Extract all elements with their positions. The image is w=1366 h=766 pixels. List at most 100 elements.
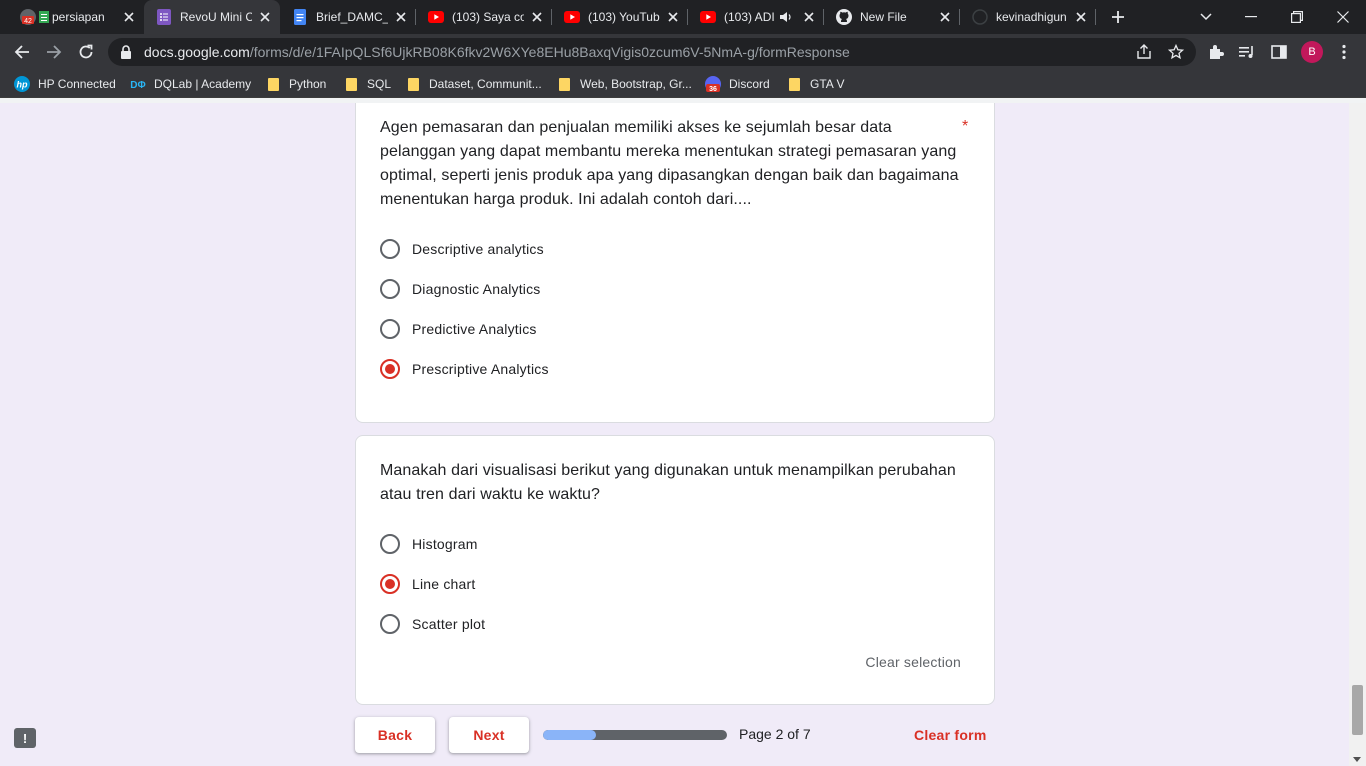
discord-icon: 36	[705, 76, 721, 92]
star-icon[interactable]	[1168, 44, 1184, 60]
close-icon[interactable]	[120, 8, 138, 26]
radio-button[interactable]	[380, 279, 400, 299]
tab-label: RevoU Mini C	[180, 10, 252, 24]
svg-text:DΦ: DΦ	[130, 80, 145, 90]
bookmark-python[interactable]: Python	[265, 75, 326, 93]
window-close-button[interactable]	[1320, 0, 1366, 34]
chevron-down-icon	[1200, 13, 1212, 21]
bookmark-web-bootstrap[interactable]: Web, Bootstrap, Gr...	[556, 75, 692, 93]
option-predictive-analytics[interactable]: Predictive Analytics	[380, 317, 537, 341]
scroll-down-arrow-icon[interactable]	[1353, 757, 1361, 762]
option-line-chart[interactable]: Line chart	[380, 572, 475, 596]
tab-kevinadhigun[interactable]: kevinadhigun	[960, 0, 1096, 34]
tab-youtube-2[interactable]: (103) YouTub	[552, 0, 688, 34]
lock-icon[interactable]	[120, 45, 134, 59]
back-nav-button[interactable]	[8, 38, 36, 66]
kebab-menu-icon[interactable]	[1334, 42, 1354, 62]
page-scrollbar[interactable]	[1349, 103, 1366, 766]
close-icon[interactable]	[664, 8, 682, 26]
tab-label: (103) Saya co	[452, 10, 524, 24]
bookmark-dqlab[interactable]: DΦ DQLab | Academy	[130, 75, 251, 93]
radio-button[interactable]	[380, 319, 400, 339]
minimize-button[interactable]	[1228, 0, 1274, 34]
restore-button[interactable]	[1274, 0, 1320, 34]
option-scatter-plot[interactable]: Scatter plot	[380, 612, 485, 636]
calendar-icon: 42	[20, 9, 36, 25]
new-tab-button[interactable]	[1104, 5, 1132, 29]
radio-button[interactable]	[380, 614, 400, 634]
radio-button-selected[interactable]	[380, 574, 400, 594]
sheets-icon	[38, 9, 50, 25]
media-control-icon[interactable]	[1237, 42, 1257, 62]
feedback-icon[interactable]: !	[14, 728, 36, 748]
share-icon[interactable]	[1136, 44, 1152, 60]
close-icon[interactable]	[392, 8, 410, 26]
side-panel-icon[interactable]	[1269, 42, 1289, 62]
github-icon	[972, 9, 988, 25]
option-label: Descriptive analytics	[412, 241, 544, 257]
svg-text:hp: hp	[17, 80, 28, 90]
option-histogram[interactable]: Histogram	[380, 532, 478, 556]
url-path: /forms/d/e/1FAIpQLSf6UjkRB08K6fkv2W6XYe8…	[249, 44, 850, 60]
extensions-icon[interactable]	[1206, 42, 1226, 62]
bookmark-label: Python	[289, 77, 327, 91]
bookmark-sql[interactable]: SQL	[343, 75, 391, 93]
reload-button[interactable]	[72, 38, 100, 66]
close-icon[interactable]	[936, 8, 954, 26]
close-icon[interactable]	[1072, 8, 1090, 26]
folder-icon	[556, 76, 572, 92]
radio-button-selected[interactable]	[380, 359, 400, 379]
speaker-icon[interactable]	[778, 9, 794, 25]
option-descriptive-analytics[interactable]: Descriptive analytics	[380, 237, 544, 261]
github-icon	[836, 9, 852, 25]
folder-icon	[265, 76, 281, 92]
tab-youtube-1[interactable]: (103) Saya co	[416, 0, 552, 34]
url-host: docs.google.com	[144, 44, 250, 60]
tab-label: persiapan	[52, 10, 105, 24]
option-prescriptive-analytics[interactable]: Prescriptive Analytics	[380, 357, 549, 381]
option-label: Predictive Analytics	[412, 321, 537, 337]
option-label: Prescriptive Analytics	[412, 361, 549, 377]
tab-label: Brief_DAMC_I	[316, 10, 388, 24]
tab-revou[interactable]: RevoU Mini C	[144, 0, 280, 34]
reload-icon	[79, 44, 93, 59]
tab-label: New File	[860, 10, 907, 24]
arrow-right-icon	[47, 45, 62, 59]
tab-search-button[interactable]	[1192, 5, 1220, 29]
folder-icon	[405, 76, 421, 92]
bookmark-gta-v[interactable]: GTA V	[786, 75, 844, 93]
radio-button[interactable]	[380, 534, 400, 554]
folder-icon	[343, 76, 359, 92]
next-button[interactable]: Next	[449, 717, 529, 753]
address-bar[interactable]: docs.google.com/forms/d/e/1FAIpQLSf6UjkR…	[108, 38, 1196, 66]
close-icon[interactable]	[800, 8, 818, 26]
youtube-icon	[564, 9, 580, 25]
bookmark-badge: 36	[709, 86, 717, 92]
plus-icon	[1112, 11, 1124, 23]
profile-avatar[interactable]: B	[1301, 41, 1323, 63]
bookmark-hp-connected[interactable]: hp HP Connected	[14, 75, 116, 93]
option-diagnostic-analytics[interactable]: Diagnostic Analytics	[380, 277, 541, 301]
minimize-icon	[1245, 16, 1257, 18]
option-label: Line chart	[412, 576, 476, 592]
bookmark-label: HP Connected	[38, 77, 116, 91]
tab-badge: 42	[24, 18, 32, 25]
tab-youtube-3[interactable]: (103) ADI	[688, 0, 824, 34]
tab-github-new-file[interactable]: New File	[824, 0, 960, 34]
clear-selection-button[interactable]: Clear selection	[865, 654, 961, 670]
youtube-icon	[700, 9, 716, 25]
forward-nav-button[interactable]	[40, 38, 68, 66]
scrollbar-thumb[interactable]	[1352, 685, 1363, 735]
url-text: docs.google.com/forms/d/e/1FAIpQLSf6UjkR…	[144, 44, 850, 60]
bookmark-discord[interactable]: 36 Discord	[705, 75, 770, 93]
radio-button[interactable]	[380, 239, 400, 259]
close-icon[interactable]	[256, 8, 274, 26]
clear-form-button[interactable]: Clear form	[914, 727, 987, 743]
bookmark-label: SQL	[367, 77, 392, 91]
bookmark-dataset[interactable]: Dataset, Communit...	[405, 75, 542, 93]
tab-brief[interactable]: Brief_DAMC_I	[280, 0, 416, 34]
back-button[interactable]: Back	[355, 717, 435, 753]
close-icon[interactable]	[528, 8, 546, 26]
tab-persiapan[interactable]: 42 persiapan	[8, 0, 144, 34]
bookmarks-bar: hp HP Connected DΦ DQLab | Academy Pytho…	[0, 70, 1366, 98]
